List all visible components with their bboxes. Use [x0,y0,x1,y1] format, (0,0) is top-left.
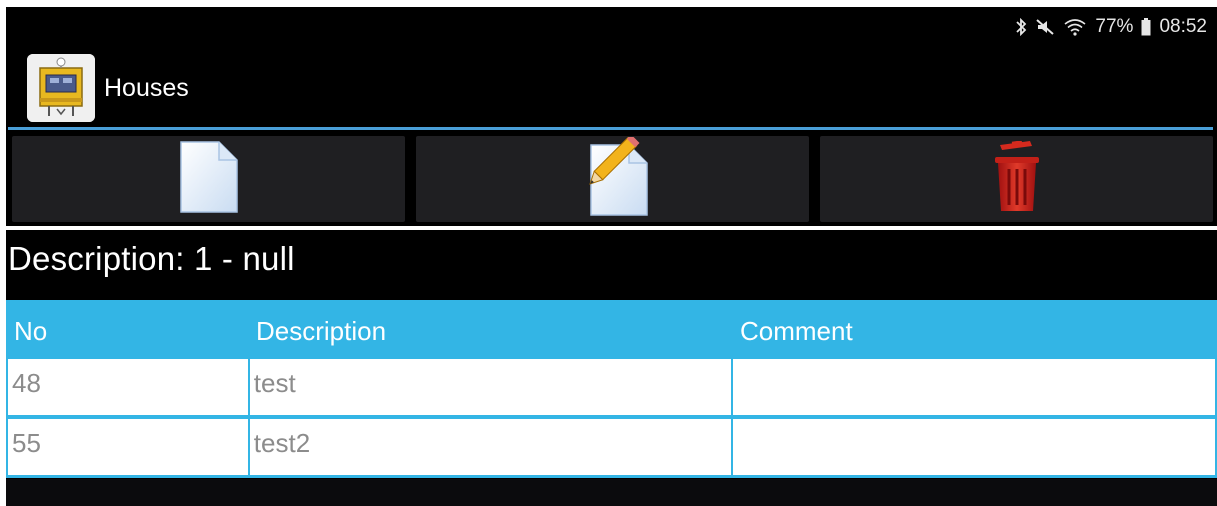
app-screen: 77% 08:52 Houses Description: 1 - null N… [6,7,1217,506]
table-header: No Description Comment [6,300,1217,358]
edit-button[interactable] [416,133,809,222]
new-button[interactable] [12,136,405,222]
battery-level: 77% [1095,16,1134,37]
description-label: Description: 1 - null [8,240,295,277]
column-header-comment[interactable]: Comment [732,300,1217,358]
clock: 08:52 [1159,16,1207,37]
cell-comment[interactable] [733,359,1215,415]
cell-description[interactable]: test2 [249,419,732,475]
mute-icon [1035,18,1055,36]
cell-no[interactable]: 55 [8,419,248,475]
delete-button[interactable] [820,136,1213,222]
column-header-description[interactable]: Description [248,300,732,358]
new-document-icon [179,140,239,219]
column-header-no[interactable]: No [6,300,248,358]
cell-description[interactable]: test [249,359,732,415]
wifi-icon [1063,18,1087,36]
battery-icon [1141,18,1151,36]
cell-no[interactable]: 48 [8,359,248,415]
trash-icon [992,139,1042,218]
status-bar: 77% 08:52 [6,7,1217,47]
empty-list-area [6,479,1217,506]
table-row[interactable]: 48 test [6,358,1217,418]
houses-table: No Description Comment 48 test 55 test2 [6,300,1217,478]
app-bar: Houses [6,47,1217,127]
toolbar [6,130,1217,227]
house-app-icon[interactable] [27,54,95,122]
description-bar: Description: 1 - null [6,230,1217,284]
edit-document-icon [573,133,653,222]
bluetooth-icon [1015,18,1027,36]
status-icons: 77% 08:52 [1015,16,1207,38]
app-title: Houses [104,74,189,102]
cell-comment[interactable] [733,419,1215,475]
table-row[interactable]: 55 test2 [6,418,1217,478]
